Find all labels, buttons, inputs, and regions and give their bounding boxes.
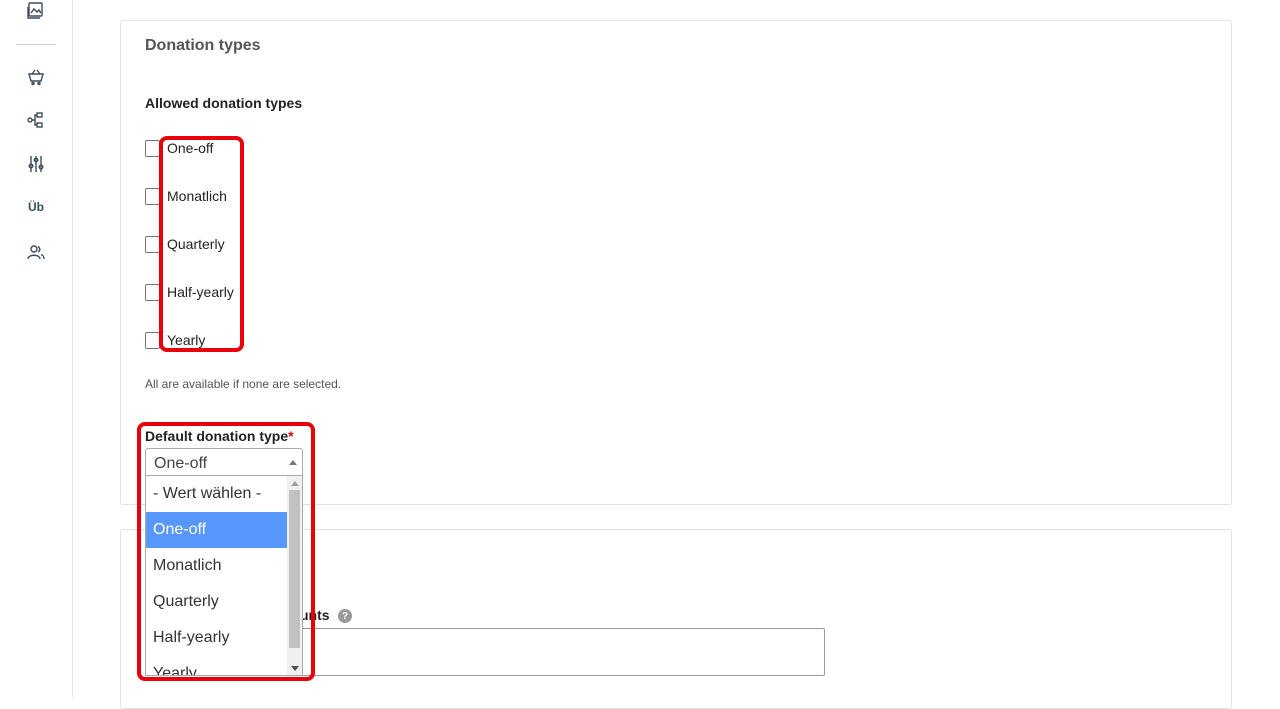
media-icon[interactable] [24,1,48,21]
scroll-thumb[interactable] [289,490,300,648]
card-title: Donation types [145,37,261,54]
option-monatlich[interactable]: Monatlich [146,548,288,584]
side-rail: Üb [0,0,73,697]
option-yearly[interactable]: Yearly [146,656,288,675]
sliders-icon[interactable] [24,154,48,174]
default-type-label: Default donation type* [145,428,294,444]
help-icon[interactable]: ? [338,609,352,623]
chevron-up-icon [289,460,297,465]
allowed-types-label: Allowed donation types [145,95,303,111]
option-one-off[interactable]: One-off [146,512,288,548]
amounts-input[interactable] [300,628,825,676]
checkbox-label[interactable]: One-off [167,140,213,156]
shop-icon[interactable] [24,67,48,87]
default-type-select[interactable]: One-off [145,448,303,476]
required-marker: * [288,428,294,444]
checkbox-yearly[interactable] [145,331,160,349]
option-half-yearly[interactable]: Half-yearly [145,282,234,302]
amounts-label: unts [300,607,330,623]
select-value: One-off [154,455,208,472]
rail-item-text[interactable]: Üb [24,197,48,217]
checkbox-one-off[interactable] [145,139,160,157]
option-yearly[interactable]: Yearly [145,330,205,350]
option-half-yearly[interactable]: Half-yearly [146,620,288,656]
scroll-down-icon[interactable] [291,666,299,671]
checkbox-half-yearly[interactable] [145,283,160,301]
checkbox-label[interactable]: Quarterly [167,236,225,252]
workflow-icon[interactable] [24,110,48,130]
allowed-types-help: All are available if none are selected. [145,377,342,391]
select-dropdown[interactable]: - Wert wählen - One-off Monatlich Quarte… [145,476,303,676]
checkbox-label[interactable]: Half-yearly [167,284,234,300]
users-icon[interactable] [24,242,48,262]
scroll-up-icon[interactable] [291,481,299,486]
option-monatlich[interactable]: Monatlich [145,186,227,206]
option-placeholder[interactable]: - Wert wählen - [146,476,288,512]
option-quarterly[interactable]: Quarterly [145,234,225,254]
option-quarterly[interactable]: Quarterly [146,584,288,620]
checkbox-label[interactable]: Monatlich [167,188,227,204]
checkbox-label[interactable]: Yearly [167,332,205,348]
donation-types-card: Donation types Allowed donation types On… [120,20,1232,505]
checkbox-quarterly[interactable] [145,235,160,253]
dropdown-scrollbar[interactable] [287,476,302,675]
default-type-label-text: Default donation type [145,428,289,444]
checkbox-monatlich[interactable] [145,187,160,205]
option-one-off[interactable]: One-off [145,138,213,158]
rail-divider [16,44,56,45]
